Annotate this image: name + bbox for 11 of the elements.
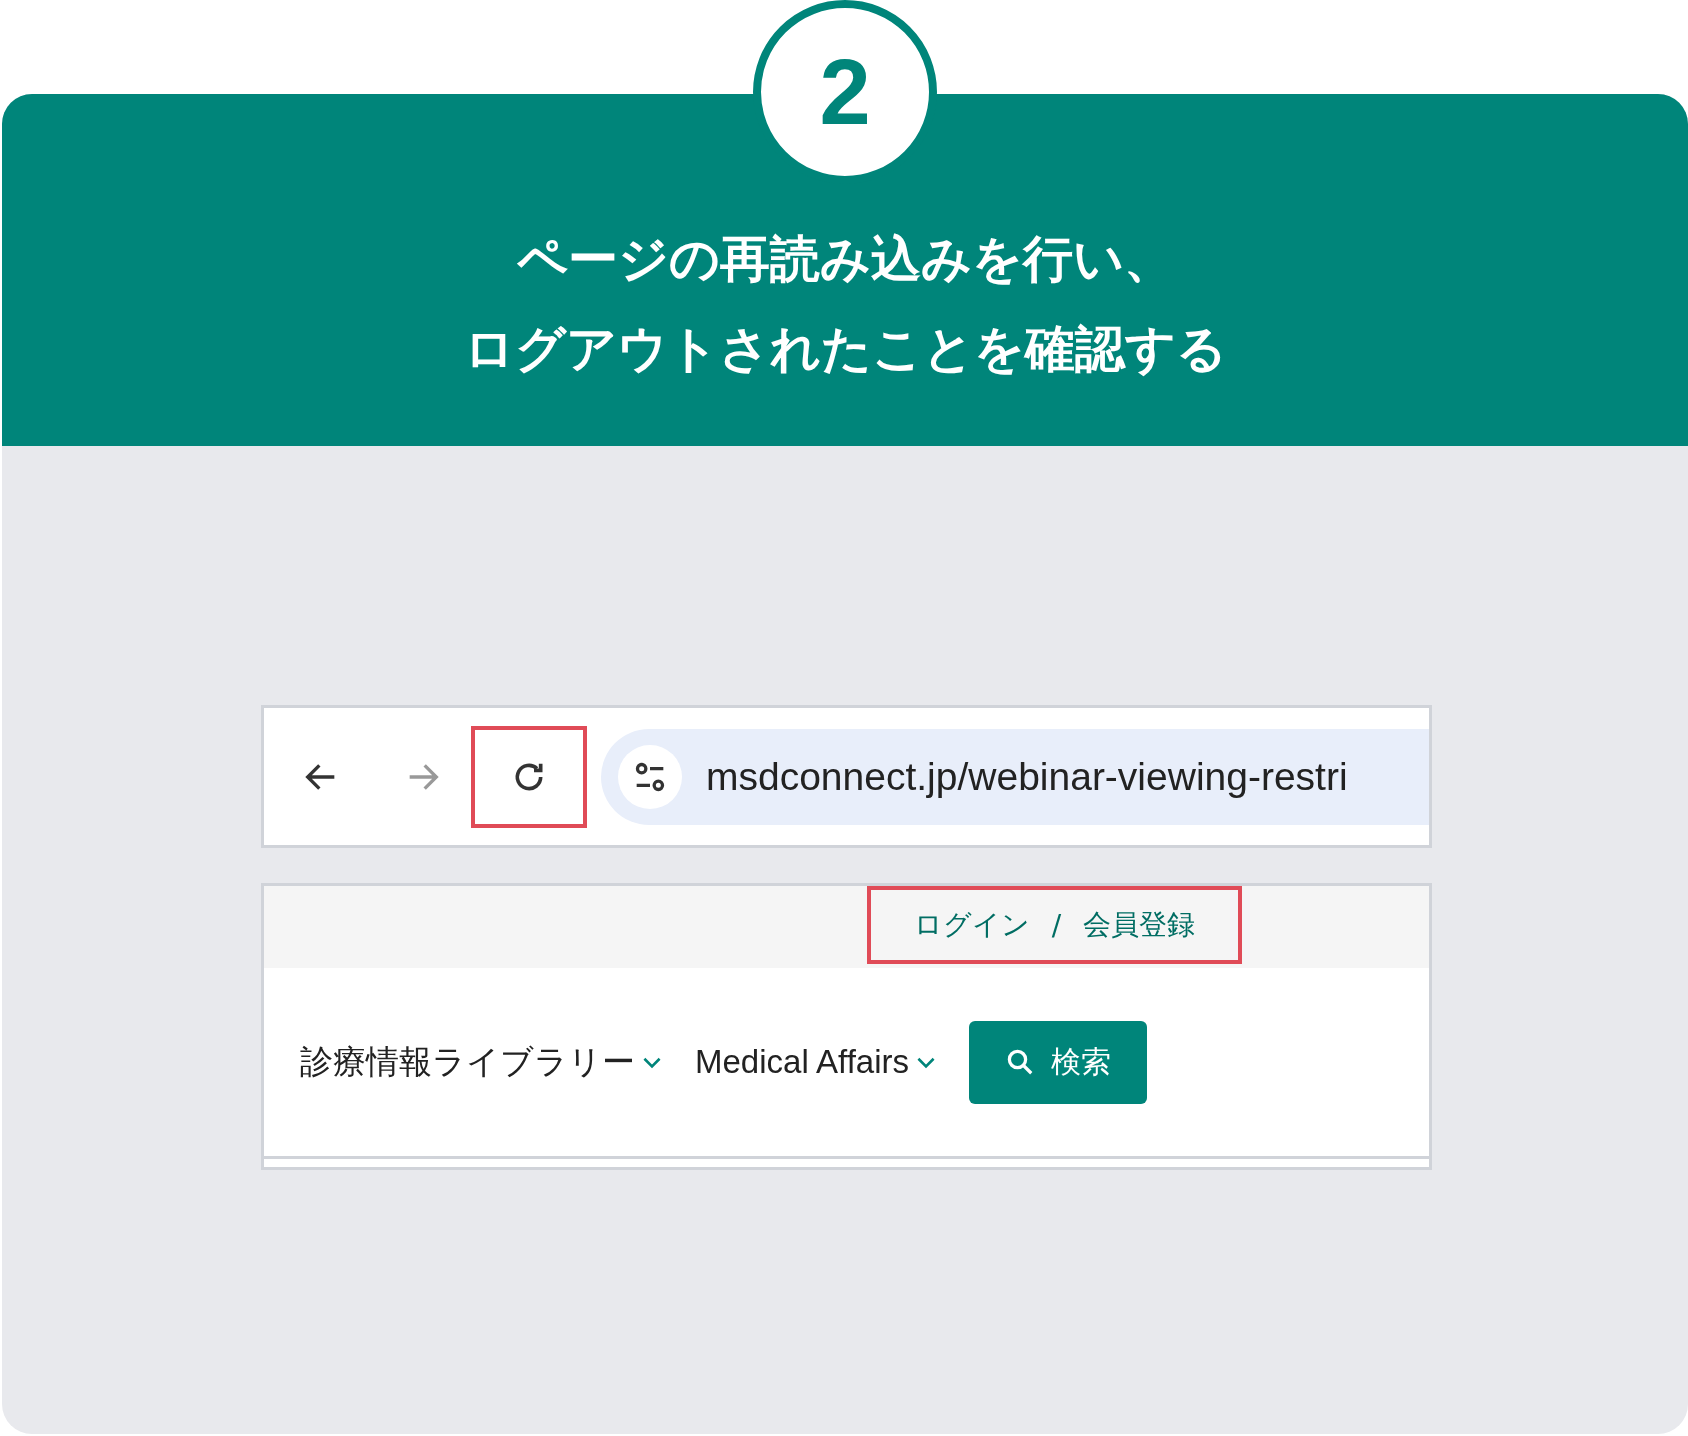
separator: / <box>1051 908 1062 942</box>
step-title-line: ログアウトされたことを確認する <box>463 319 1227 380</box>
nav-menu-item[interactable]: 診療情報ライブラリー <box>300 1039 665 1085</box>
step-title-line: ページの再読み込みを行い、 <box>516 229 1174 290</box>
login-link[interactable]: ログイン <box>913 906 1030 944</box>
address-bar[interactable]: msdconnect.jp/webinar-viewing-restri <box>601 728 1429 825</box>
search-button[interactable]: 検索 <box>969 1020 1147 1104</box>
url-text: msdconnect.jp/webinar-viewing-restri <box>706 754 1348 799</box>
register-link[interactable]: 会員登録 <box>1083 906 1196 944</box>
nav-menu-item[interactable]: Medical Affairs <box>695 1043 939 1081</box>
search-icon <box>1005 1047 1035 1077</box>
